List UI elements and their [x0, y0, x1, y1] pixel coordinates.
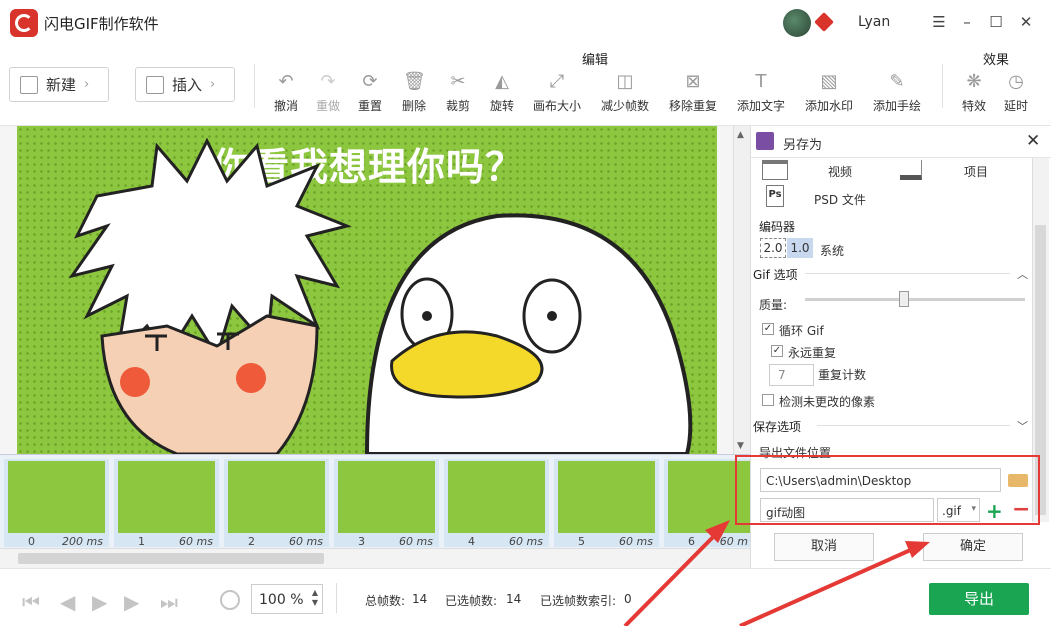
arrow-line	[623, 528, 722, 626]
arrow-line	[739, 546, 916, 626]
app-window: 闪电GIF制作软件 Lyan ☰ – ☐ ✕ 新建 › 插入 › 编辑 效果 ↶…	[0, 0, 1051, 626]
arrow-head	[905, 541, 930, 558]
annotation-arrows	[623, 520, 930, 626]
